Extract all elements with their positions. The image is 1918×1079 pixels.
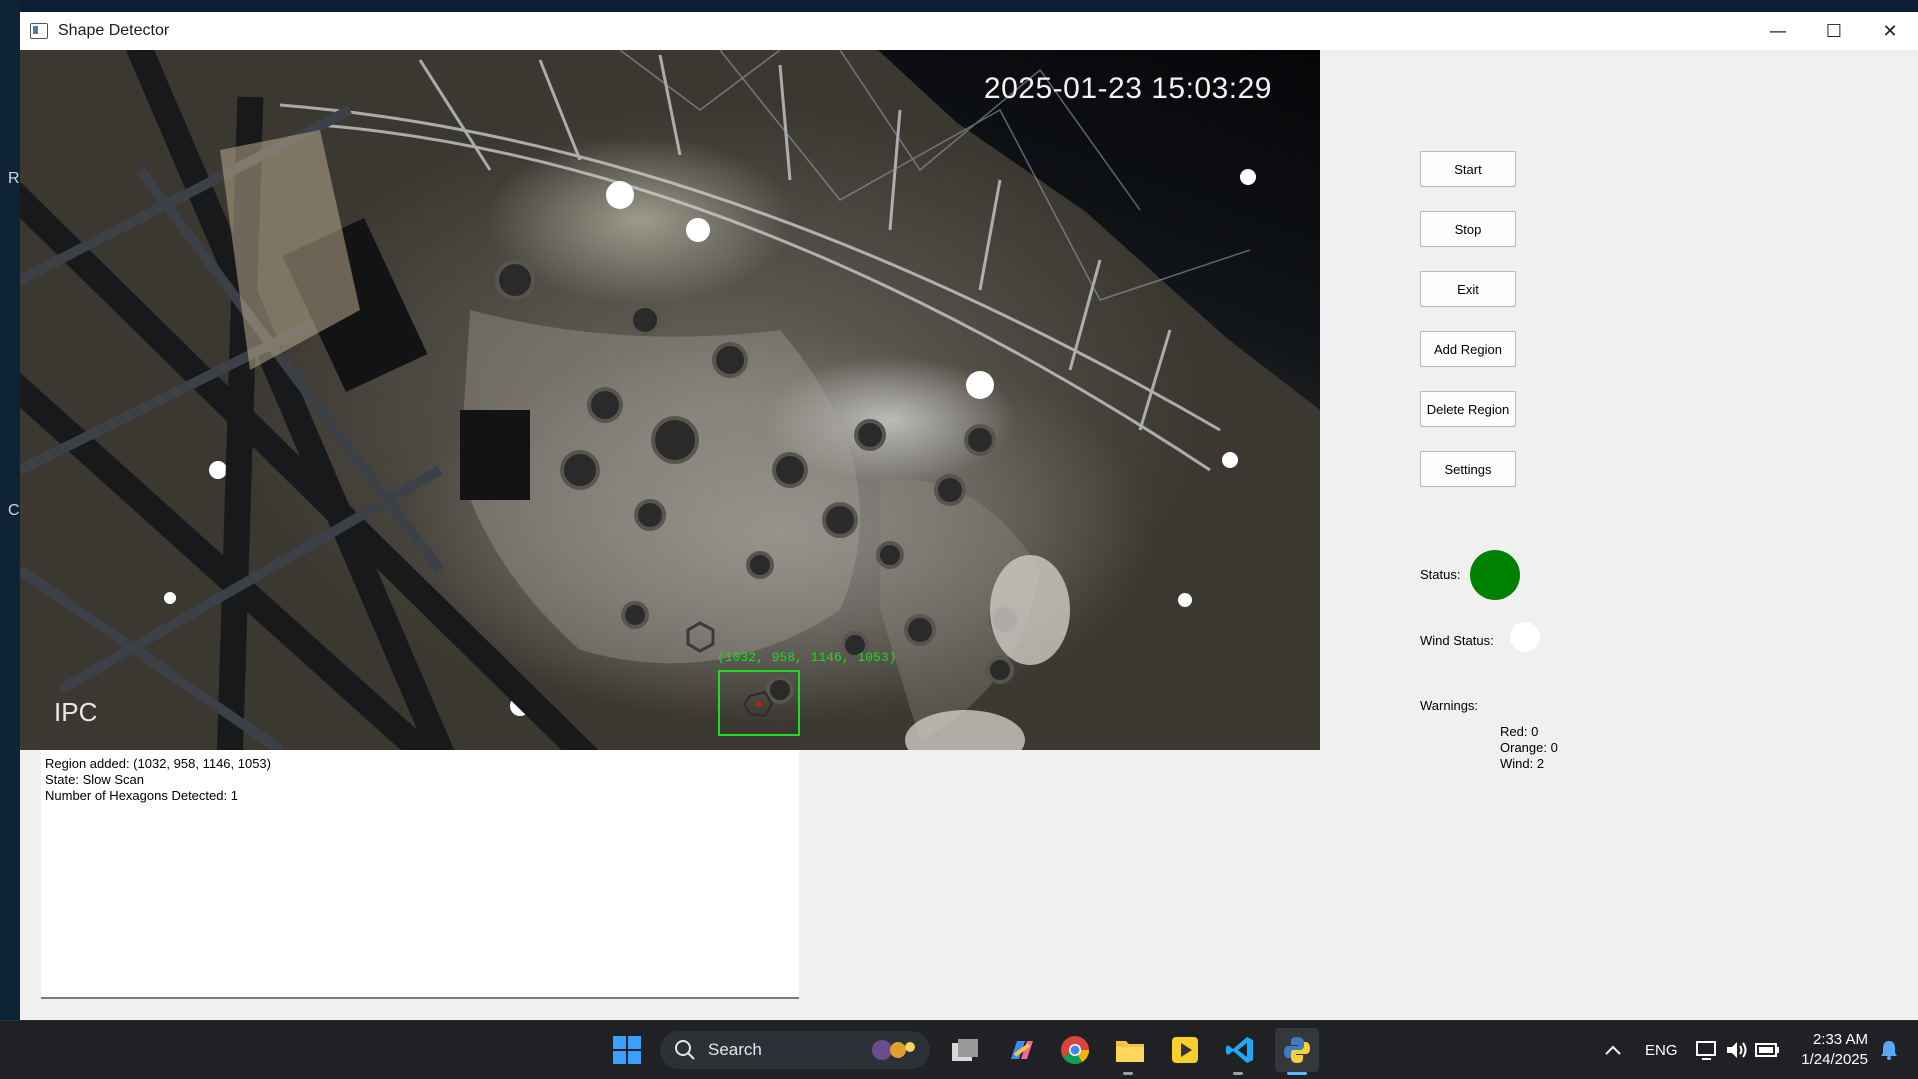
notifications-button[interactable] bbox=[1872, 1033, 1906, 1067]
log-line: State: Slow Scan bbox=[45, 772, 144, 787]
bell-icon bbox=[1881, 1041, 1897, 1060]
vscode-button[interactable] bbox=[1223, 1033, 1257, 1067]
window-controls: — ☐ ✕ bbox=[1750, 12, 1918, 50]
media-player-icon bbox=[1172, 1037, 1198, 1063]
desktop-background: R Ca bbox=[0, 0, 28, 1020]
python-app-button[interactable] bbox=[1275, 1028, 1319, 1072]
warning-red-count: Red: 0 bbox=[1500, 724, 1539, 739]
copilot-icon bbox=[1011, 1041, 1033, 1059]
warnings-title: Warnings: bbox=[1420, 698, 1479, 713]
wind-status-label: Wind Status: bbox=[1420, 633, 1494, 648]
camera-scene-structure bbox=[20, 50, 1256, 750]
wind-status-indicator bbox=[1510, 622, 1540, 652]
volume-icon bbox=[1727, 1042, 1747, 1058]
language-indicator[interactable]: ENG bbox=[1645, 1042, 1678, 1059]
battery-icon bbox=[1755, 1043, 1779, 1057]
detection-region-box bbox=[718, 670, 800, 736]
camera-feed[interactable]: 2025-01-23 15:03:29 IPC (1032, 958, 1146… bbox=[20, 50, 1320, 750]
log-line: Region added: (1032, 958, 1146, 1053) bbox=[45, 756, 271, 771]
clock-time[interactable]: 2:33 AM bbox=[1810, 1031, 1868, 1048]
volume-button[interactable] bbox=[1720, 1033, 1754, 1067]
camera-timestamp: 2025-01-23 15:03:29 bbox=[983, 72, 1272, 105]
start-button[interactable] bbox=[610, 1033, 644, 1067]
maximize-icon: ☐ bbox=[1825, 20, 1843, 42]
add-region-button[interactable]: Add Region bbox=[1420, 331, 1516, 367]
start-button[interactable]: Start bbox=[1420, 151, 1516, 187]
file-explorer-icon bbox=[1116, 1041, 1144, 1062]
close-icon: ✕ bbox=[1882, 20, 1898, 42]
search-label: Search bbox=[708, 1040, 762, 1059]
window-title: Shape Detector bbox=[58, 22, 170, 39]
running-indicator bbox=[1123, 1072, 1133, 1075]
clock-date[interactable]: 1/24/2025 bbox=[1796, 1051, 1868, 1068]
task-view-icon bbox=[952, 1039, 978, 1061]
close-button[interactable]: ✕ bbox=[1862, 12, 1918, 50]
settings-button[interactable]: Settings bbox=[1420, 451, 1516, 487]
chevron-up-icon bbox=[1605, 1045, 1621, 1055]
show-hidden-icons-button[interactable] bbox=[1596, 1033, 1630, 1067]
detected-hexagon-icon bbox=[742, 690, 774, 718]
search-icon bbox=[675, 1040, 695, 1060]
file-explorer-button[interactable] bbox=[1113, 1033, 1147, 1067]
taskbar-search-box[interactable]: Search bbox=[660, 1031, 930, 1069]
network-icon bbox=[1696, 1041, 1716, 1060]
minimize-icon: — bbox=[1769, 20, 1787, 42]
title-bar[interactable]: Shape Detector — ☐ ✕ bbox=[20, 12, 1918, 50]
log-output[interactable]: Region added: (1032, 958, 1146, 1053) St… bbox=[41, 750, 799, 999]
log-line: Number of Hexagons Detected: 1 bbox=[45, 788, 238, 803]
status-label: Status: bbox=[1420, 567, 1461, 582]
network-button[interactable] bbox=[1690, 1033, 1724, 1067]
media-player-button[interactable] bbox=[1168, 1033, 1202, 1067]
active-app-indicator bbox=[1287, 1072, 1307, 1075]
exit-button[interactable]: Exit bbox=[1420, 271, 1516, 307]
maximize-button[interactable]: ☐ bbox=[1806, 12, 1862, 50]
python-icon bbox=[1284, 1037, 1310, 1063]
vscode-icon bbox=[1226, 1037, 1253, 1063]
camera-brand-watermark: IPC bbox=[54, 697, 98, 727]
taskbar: Search ENG 2:33 AM 1/24/2025 bbox=[0, 1020, 1918, 1079]
minimize-button[interactable]: — bbox=[1750, 12, 1806, 50]
warning-wind-count: Wind: 2 bbox=[1500, 756, 1545, 771]
warning-orange-count: Orange: 0 bbox=[1500, 740, 1558, 755]
detection-label: (1032, 958, 1146, 1053) bbox=[717, 650, 897, 665]
task-view-button[interactable] bbox=[948, 1033, 982, 1067]
search-highlight-icon bbox=[872, 1040, 915, 1060]
stop-button[interactable]: Stop bbox=[1420, 211, 1516, 247]
chrome-icon bbox=[1061, 1036, 1089, 1064]
status-indicator bbox=[1470, 550, 1520, 600]
app-icon bbox=[30, 23, 48, 39]
battery-button[interactable] bbox=[1750, 1033, 1784, 1067]
windows-start-icon bbox=[613, 1036, 641, 1064]
running-indicator bbox=[1233, 1072, 1243, 1075]
copilot-button[interactable] bbox=[1003, 1033, 1037, 1067]
chrome-button[interactable] bbox=[1058, 1033, 1092, 1067]
delete-region-button[interactable]: Delete Region bbox=[1420, 391, 1516, 427]
shape-detector-window: Shape Detector — ☐ ✕ 2025-01-23 15:03:29… bbox=[20, 12, 1918, 1020]
desktop-edge-letter: R bbox=[8, 170, 20, 187]
